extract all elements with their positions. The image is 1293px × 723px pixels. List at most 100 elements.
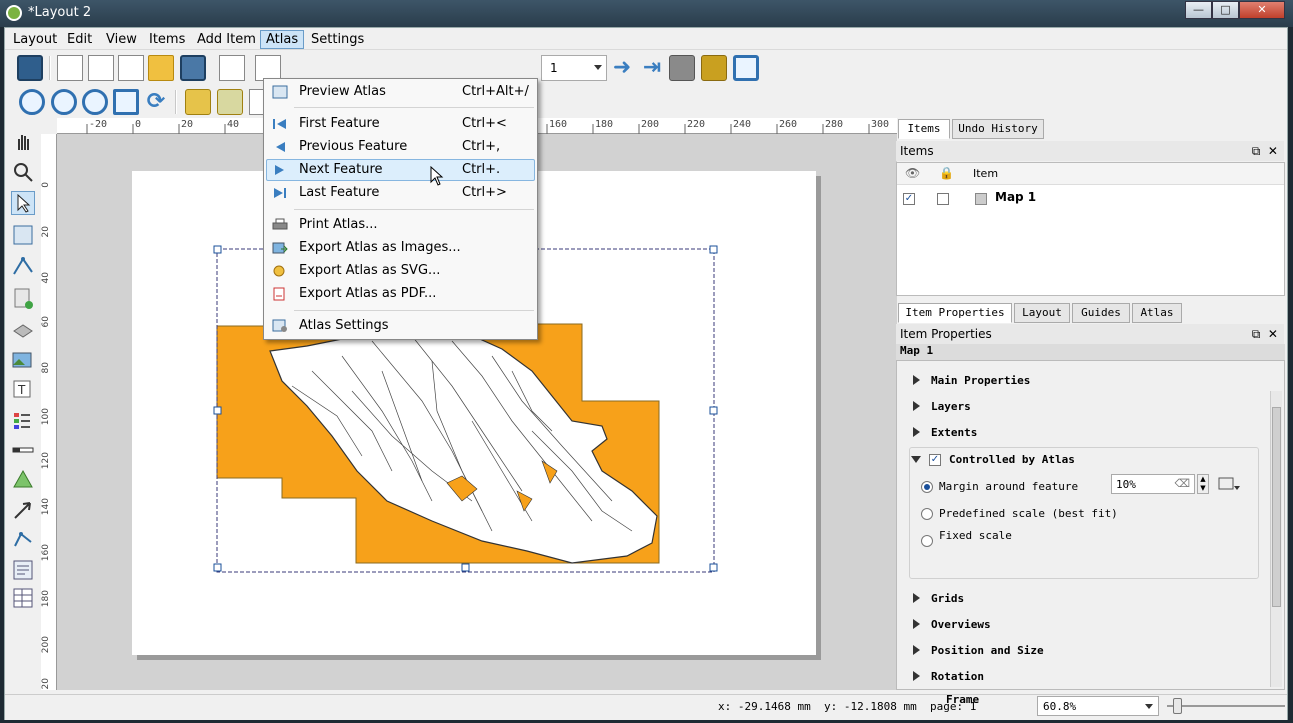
section-overviews[interactable]: Overviews (931, 618, 991, 631)
predefined-scale-radio[interactable] (921, 535, 933, 547)
expand-icon[interactable] (913, 427, 920, 437)
properties-scrollbar[interactable] (1270, 391, 1282, 687)
menu-item-next-feature[interactable]: Next Feature Ctrl+. (266, 159, 535, 181)
item-map-1[interactable]: Map 1 (995, 190, 1036, 204)
predefined-scale-radio-button[interactable] (921, 508, 933, 520)
menu-item-label: Preview Atlas (299, 84, 386, 99)
section-position-and-size[interactable]: Position and Size (931, 644, 1044, 657)
menu-edit[interactable]: Edit (61, 30, 98, 49)
menu-atlas[interactable]: Atlas (260, 30, 305, 49)
save-template-icon[interactable] (180, 55, 206, 81)
export-atlas-images-icon[interactable] (701, 55, 727, 81)
add-pages-icon[interactable] (219, 55, 245, 81)
clear-icon[interactable]: ⌫ (1174, 477, 1190, 490)
add-picture-icon[interactable] (11, 348, 35, 372)
duplicate-layout-icon[interactable] (88, 55, 114, 81)
float-close-icons[interactable]: ⧉ ✕ (1252, 141, 1278, 161)
pan-icon[interactable] (11, 130, 35, 154)
add-html-icon[interactable] (11, 558, 35, 582)
margin-input[interactable]: 10% ⌫ (1111, 474, 1195, 494)
visibility-checkbox[interactable]: ✓ (903, 193, 915, 205)
add-shape-icon[interactable] (11, 468, 35, 492)
layout-manager-icon[interactable] (118, 55, 144, 81)
zoom-full-icon[interactable] (113, 89, 139, 115)
expand-icon[interactable] (913, 375, 920, 385)
expand-icon[interactable] (913, 671, 920, 681)
section-extents[interactable]: Extents (931, 426, 977, 439)
menu-add-item[interactable]: Add Item (191, 30, 262, 49)
menu-layout[interactable]: Layout (7, 30, 63, 49)
collapse-icon[interactable] (911, 456, 921, 463)
menu-item-preview-atlas[interactable]: Preview Atlas Ctrl+Alt+/ (266, 81, 535, 103)
close-button[interactable]: ✕ (1239, 1, 1285, 19)
scrollbar-thumb[interactable] (1272, 407, 1281, 607)
atlas-page-selector[interactable]: 1 (541, 55, 607, 81)
minimize-button[interactable]: — (1185, 1, 1212, 19)
menu-item-first-feature[interactable]: First Feature Ctrl+< (266, 113, 535, 135)
items-tree[interactable]: 👁 🔒 Item ✓ Map 1 (896, 162, 1285, 296)
section-rotation[interactable]: Rotation (931, 670, 984, 683)
lock-items-icon[interactable] (185, 89, 211, 115)
qgis-logo-icon (6, 5, 22, 21)
zoom-out-icon[interactable] (51, 89, 77, 115)
menu-item-export-images[interactable]: Export Atlas as Images... (266, 237, 535, 259)
unlock-items-icon[interactable] (217, 89, 243, 115)
add-attribute-table-icon[interactable] (11, 586, 35, 610)
menu-settings[interactable]: Settings (305, 30, 370, 49)
margin-radio[interactable] (921, 481, 933, 493)
select-move-item-icon[interactable] (11, 191, 35, 215)
print-atlas-icon[interactable] (669, 55, 695, 81)
zoom-actual-icon[interactable] (82, 89, 108, 115)
next-feature-icon[interactable]: ➜ (609, 55, 635, 81)
menu-item-export-svg[interactable]: Export Atlas as SVG... (266, 260, 535, 282)
zoom-tool-icon[interactable] (11, 160, 35, 184)
move-content-icon[interactable] (11, 223, 35, 247)
menu-view[interactable]: View (100, 30, 143, 49)
menu-item-atlas-settings[interactable]: Atlas Settings (266, 315, 535, 337)
menu-item-previous-feature[interactable]: Previous Feature Ctrl+, (266, 136, 535, 158)
expand-icon[interactable] (913, 401, 920, 411)
add-label-icon[interactable]: T (11, 378, 35, 402)
controlled-by-atlas-checkbox[interactable]: ✓ (929, 454, 941, 466)
tab-item-properties[interactable]: Item Properties (898, 303, 1012, 323)
menu-item-export-pdf[interactable]: Export Atlas as PDF... (266, 283, 535, 305)
last-feature-icon[interactable]: ⇥ (639, 55, 665, 81)
margin-spinner[interactable]: ▲ ▼ (1197, 474, 1209, 494)
zoom-slider-handle[interactable] (1173, 698, 1182, 714)
menu-item-print-atlas[interactable]: Print Atlas... (266, 214, 535, 236)
zoom-combo[interactable]: 60.8% (1037, 696, 1159, 716)
open-template-icon[interactable] (148, 55, 174, 81)
new-layout-icon[interactable] (57, 55, 83, 81)
add-arrow-icon[interactable] (11, 498, 35, 522)
add-map-icon[interactable] (11, 286, 35, 310)
section-layers[interactable]: Layers (931, 400, 971, 413)
zoom-slider[interactable] (1167, 705, 1285, 707)
section-frame[interactable]: Frame (946, 693, 979, 706)
tab-layout[interactable]: Layout (1014, 303, 1070, 323)
tab-items[interactable]: Items (898, 119, 950, 139)
float-close-icons[interactable]: ⧉ ✕ (1252, 324, 1278, 344)
refresh-icon[interactable]: ⟳ (143, 89, 169, 115)
section-grids[interactable]: Grids (931, 592, 964, 605)
add-scalebar-icon[interactable] (11, 438, 35, 462)
section-main-properties[interactable]: Main Properties (931, 374, 1030, 387)
maximize-button[interactable]: □ (1212, 1, 1239, 19)
data-defined-override-icon[interactable] (1217, 474, 1241, 494)
expand-icon[interactable] (913, 619, 920, 629)
zoom-in-icon[interactable] (19, 89, 45, 115)
save-icon[interactable] (17, 55, 43, 81)
menu-item-last-feature[interactable]: Last Feature Ctrl+> (266, 182, 535, 204)
atlas-settings-icon[interactable] (733, 55, 759, 81)
tab-guides[interactable]: Guides (1072, 303, 1130, 323)
expand-icon[interactable] (913, 645, 920, 655)
add-node-item-icon[interactable] (11, 528, 35, 552)
add-legend-icon[interactable] (11, 409, 35, 433)
expand-icon[interactable] (913, 593, 920, 603)
lock-checkbox[interactable] (937, 193, 949, 205)
menu-items[interactable]: Items (143, 30, 191, 49)
edit-nodes-icon[interactable] (11, 254, 35, 278)
atlas-settings-icon (272, 319, 287, 332)
add-3d-map-icon[interactable] (11, 316, 35, 340)
tab-undo-history[interactable]: Undo History (952, 119, 1044, 139)
tab-atlas[interactable]: Atlas (1132, 303, 1182, 323)
